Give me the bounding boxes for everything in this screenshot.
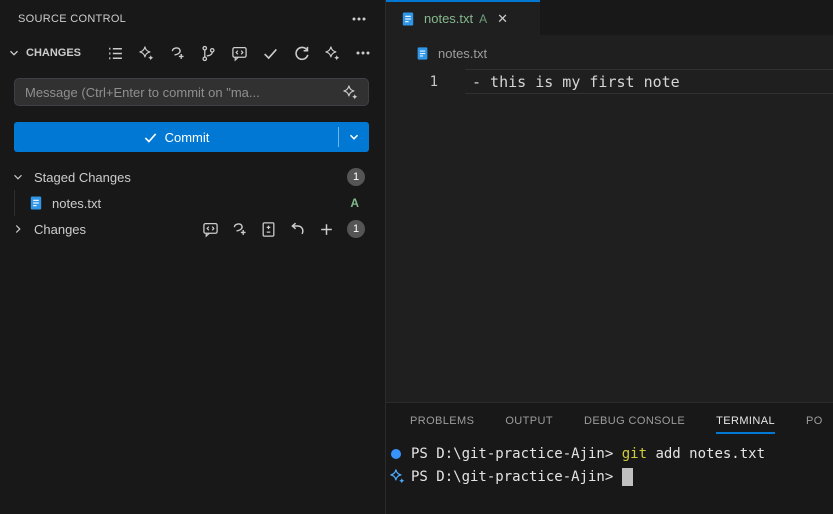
- tab-notes-txt[interactable]: notes.txt A ✕: [386, 0, 540, 35]
- copilot-sparkle-icon[interactable]: [136, 43, 156, 63]
- line-number: 1: [386, 74, 465, 90]
- hook-plus-icon[interactable]: [167, 43, 187, 63]
- commit-message-placeholder: Message (Ctrl+Enter to commit on "ma...: [25, 85, 340, 100]
- close-icon[interactable]: ✕: [497, 11, 508, 27]
- view-as-list-icon[interactable]: [105, 43, 125, 63]
- tab-git-status: A: [479, 12, 487, 26]
- panel-tab-ports-clipped[interactable]: PO: [806, 403, 823, 439]
- panel-tab-terminal[interactable]: TERMINAL: [716, 403, 775, 439]
- chevron-down-icon[interactable]: [8, 167, 28, 187]
- chevron-down-icon[interactable]: [4, 43, 24, 63]
- commit-check-icon[interactable]: [260, 43, 280, 63]
- changes-group[interactable]: Changes 1: [0, 216, 385, 242]
- staged-count-badge: 1: [347, 168, 365, 186]
- source-control-graph-icon[interactable]: [198, 43, 218, 63]
- sidebar-title: SOURCE CONTROL: [18, 13, 126, 25]
- terminal-line: PS D:\git-practice-Ajin> git add notes.t…: [386, 442, 833, 465]
- text-file-icon: [26, 193, 46, 213]
- refresh-icon[interactable]: [291, 43, 311, 63]
- vscode-window: SOURCE CONTROL CHANGES: [0, 0, 833, 514]
- changes-count-badge: 1: [347, 220, 365, 238]
- staged-file-name: notes.txt: [52, 196, 101, 211]
- comment-code-icon[interactable]: [200, 219, 220, 239]
- text-file-icon: [398, 9, 418, 29]
- terminal-prompt: PS D:\git-practice-Ajin>: [411, 446, 622, 462]
- git-status-added: A: [350, 196, 365, 210]
- comment-code-icon[interactable]: [229, 43, 249, 63]
- commit-button[interactable]: Commit: [14, 122, 338, 152]
- file-diff-icon[interactable]: [258, 219, 278, 239]
- terminal-prompt: PS D:\git-practice-Ajin>: [411, 469, 622, 485]
- discard-icon[interactable]: [287, 219, 307, 239]
- copilot-sparkle-icon[interactable]: [386, 468, 411, 485]
- sidebar-header: SOURCE CONTROL: [0, 0, 385, 38]
- more-actions-icon[interactable]: [353, 43, 373, 63]
- copilot-sparkle-icon[interactable]: [340, 82, 360, 102]
- line-text[interactable]: - this is my first note: [465, 69, 833, 94]
- terminal[interactable]: PS D:\git-practice-Ajin> git add notes.t…: [386, 439, 833, 514]
- changes-group-label: Changes: [34, 222, 86, 237]
- staged-changes-group[interactable]: Staged Changes 1: [0, 164, 385, 190]
- text-file-icon: [412, 43, 432, 63]
- breadcrumb-file-name[interactable]: notes.txt: [438, 46, 487, 61]
- changes-section-header[interactable]: CHANGES: [0, 38, 385, 68]
- staged-file-row[interactable]: notes.txt A: [0, 190, 385, 216]
- more-actions-icon[interactable]: [349, 9, 369, 29]
- commit-button-label: Commit: [165, 130, 210, 145]
- editor-tab-bar: notes.txt A ✕: [386, 0, 833, 35]
- editor-and-panel: notes.txt A ✕ notes.txt 1 - this is my f…: [386, 0, 833, 514]
- breadcrumb: notes.txt: [386, 35, 833, 63]
- editor-pane[interactable]: notes.txt 1 - this is my first note: [386, 35, 833, 402]
- terminal-command-args: add notes.txt: [647, 446, 765, 462]
- terminal-cursor: [622, 468, 633, 486]
- changes-section-label: CHANGES: [26, 47, 81, 59]
- tree-indent-guide: [14, 190, 15, 216]
- staged-changes-label: Staged Changes: [34, 170, 131, 185]
- bottom-panel: PROBLEMS OUTPUT DEBUG CONSOLE TERMINAL P…: [386, 402, 833, 514]
- check-icon: [143, 130, 158, 145]
- chevron-right-icon[interactable]: [8, 219, 28, 239]
- changes-toolbar: [105, 43, 373, 63]
- terminal-line: PS D:\git-practice-Ajin>: [386, 465, 833, 488]
- panel-tab-output[interactable]: OUTPUT: [505, 403, 553, 439]
- terminal-command: git: [622, 446, 647, 462]
- panel-tab-bar: PROBLEMS OUTPUT DEBUG CONSOLE TERMINAL P…: [386, 403, 833, 439]
- chevron-down-icon: [347, 130, 361, 144]
- hook-plus-icon[interactable]: [229, 219, 249, 239]
- panel-tab-debug-console[interactable]: DEBUG CONSOLE: [584, 403, 685, 439]
- commit-dropdown-button[interactable]: [339, 122, 369, 152]
- code-line: 1 - this is my first note: [386, 69, 833, 94]
- source-control-sidebar: SOURCE CONTROL CHANGES: [0, 0, 386, 514]
- code-area: 1 - this is my first note: [386, 69, 833, 94]
- changes-row-actions: 1: [200, 219, 365, 239]
- command-decoration-dot-icon[interactable]: [386, 449, 411, 459]
- stage-all-plus-icon[interactable]: [316, 219, 336, 239]
- commit-message-input[interactable]: Message (Ctrl+Enter to commit on "ma...: [14, 78, 369, 106]
- copilot-sparkle-icon[interactable]: [322, 43, 342, 63]
- tab-label: notes.txt: [424, 11, 473, 26]
- panel-tab-problems[interactable]: PROBLEMS: [410, 403, 474, 439]
- commit-split-button: Commit: [14, 122, 369, 152]
